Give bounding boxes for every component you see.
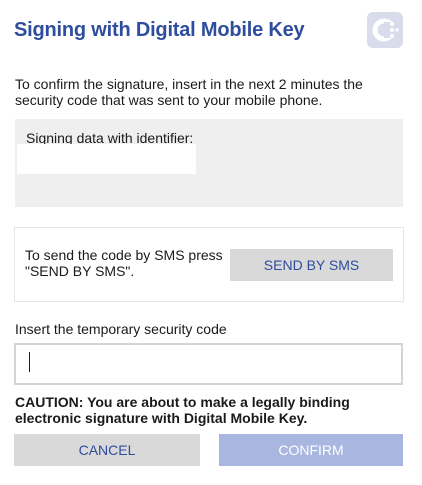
- sms-panel: To send the code by SMS press "SEND BY S…: [14, 227, 404, 302]
- intro-text: To confirm the signature, insert in the …: [15, 76, 363, 108]
- confirm-button[interactable]: CONFIRM: [219, 434, 403, 466]
- digital-mobile-key-logo-icon: [367, 12, 403, 48]
- signing-data-panel: Signing data with identifier:: [15, 119, 403, 207]
- security-code-label: Insert the temporary security code: [15, 321, 227, 337]
- text-cursor: [29, 352, 30, 372]
- sms-instructions: To send the code by SMS press "SEND BY S…: [25, 247, 223, 279]
- security-code-input[interactable]: [14, 343, 403, 385]
- dialog-title: Signing with Digital Mobile Key: [14, 19, 305, 41]
- caution-message: CAUTION: You are about to make a legally…: [15, 394, 410, 426]
- caution-tag: CAUTION:: [15, 394, 84, 410]
- send-by-sms-button[interactable]: SEND BY SMS: [230, 249, 393, 281]
- cancel-button[interactable]: CANCEL: [14, 434, 200, 466]
- signing-data-identifier: [17, 144, 196, 174]
